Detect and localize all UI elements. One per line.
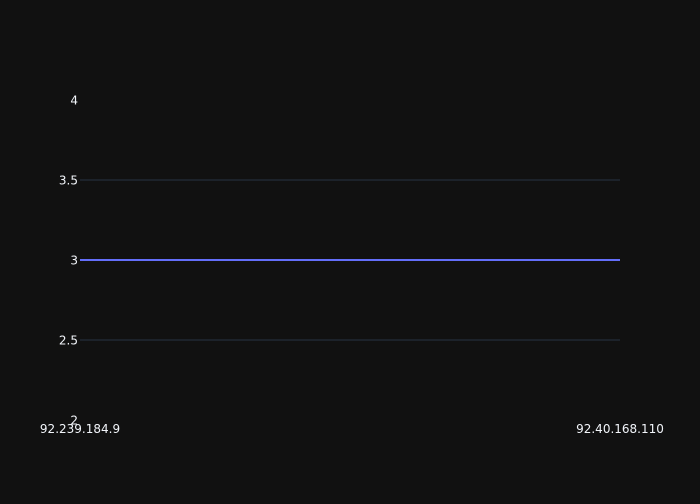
chart: 2 2.5 3 3.5 4 92.239.184.9 92.40.168.110 (0, 0, 700, 500)
y-tick-label: 4 (70, 94, 78, 108)
x-tick-label: 92.40.168.110 (576, 422, 664, 436)
x-tick-label: 92.239.184.9 (40, 422, 120, 436)
y-tick-label: 3.5 (59, 174, 78, 188)
y-tick-label: 3 (70, 254, 78, 268)
y-tick-label: 2.5 (59, 334, 78, 348)
line-chart: 22.533.54 92.239.184.9 92.40.168.110 (0, 0, 700, 500)
